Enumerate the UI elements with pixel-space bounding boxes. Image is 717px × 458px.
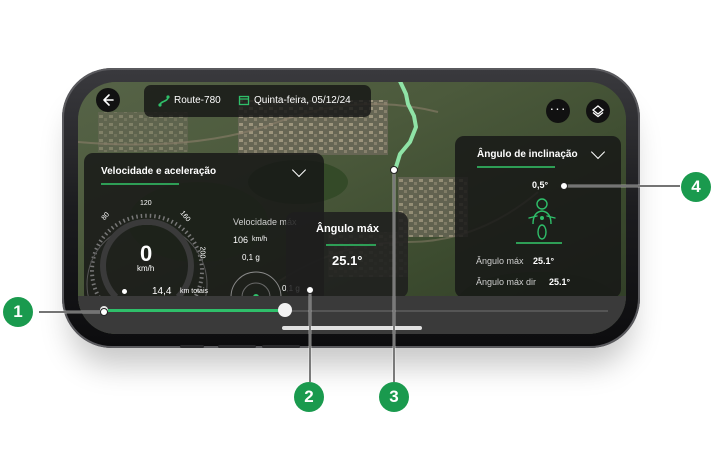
- callout-badge-3: 3: [379, 382, 409, 412]
- callout-leader-lines: [39, 166, 680, 382]
- callout-badge-2: 2: [294, 382, 324, 412]
- callout-badge-4: 4: [681, 172, 711, 202]
- callout-badge-1: 1: [3, 297, 33, 327]
